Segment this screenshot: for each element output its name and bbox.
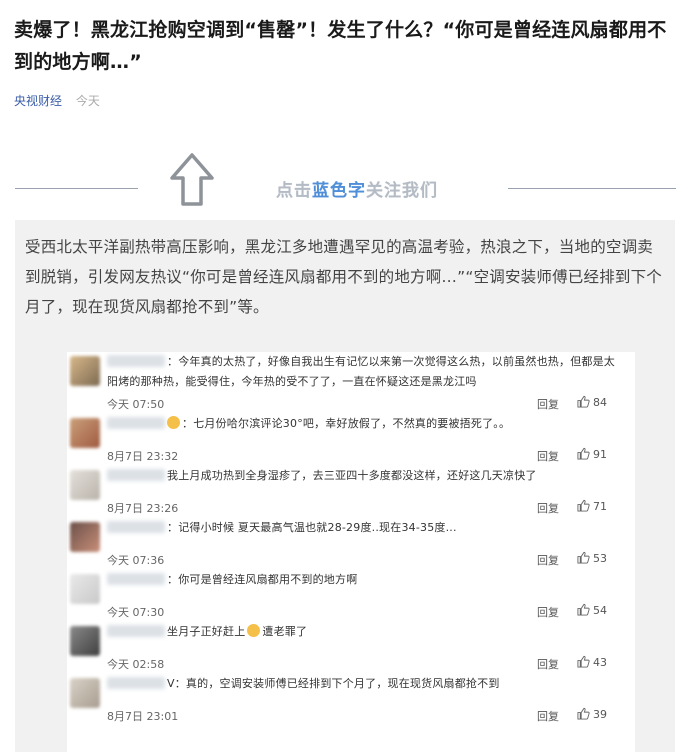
follow-banner[interactable]: 点击蓝色字关注我们 <box>0 150 690 220</box>
comment-item: ：记得小时候 夏天最高气温也就28-29度..现在34-35度... 今天 07… <box>67 518 635 570</box>
comment-text: ：你可是曾经连风扇都用不到的地方啊 <box>167 573 358 586</box>
comment-item: ：七月份哈尔滨评论30°吧，幸好放假了，不然真的要被捂死了。。 8月7日 23:… <box>67 414 635 466</box>
like-count: 39 <box>593 708 607 721</box>
follow-suffix: 关注我们 <box>366 181 438 201</box>
like-count: 91 <box>593 448 607 461</box>
emoji-icon <box>167 416 180 429</box>
comment-item: V：真的，空调安装师傅已经排到下个月了，现在现货风扇都抢不到 8月7日 23:0… <box>67 674 635 726</box>
comment-item: 我上月成功热到全身湿疹了，去三亚四十多度都没这样，还好这几天凉快了 8月7日 2… <box>67 466 635 518</box>
thumbs-up-icon <box>577 603 590 616</box>
reply-button[interactable]: 回复 <box>537 500 559 516</box>
reply-button[interactable]: 回复 <box>537 448 559 464</box>
comment-time: 8月7日 23:01 <box>107 710 179 723</box>
like-button[interactable]: 84 <box>577 395 607 409</box>
crying-emoji-icon <box>247 624 261 637</box>
comment-text: ：今年真的太热了，好像自我出生有记忆以来第一次觉得这么热，以前虽然也热，但都是太… <box>107 355 615 388</box>
thumbs-up-icon <box>577 655 590 668</box>
like-button[interactable]: 54 <box>577 603 607 617</box>
comment-time: 今天 07:30 <box>107 606 165 619</box>
comment-text: 我上月成功热到全身湿疹了，去三亚四十多度都没这样，还好这几天凉快了 <box>167 469 537 482</box>
comment-time: 今天 07:50 <box>107 398 165 411</box>
divider-left <box>15 188 138 189</box>
up-arrow-icon <box>170 153 214 206</box>
thumbs-up-icon <box>577 707 590 720</box>
reply-button[interactable]: 回复 <box>537 656 559 672</box>
comment-item: ：今年真的太热了，好像自我出生有记忆以来第一次觉得这么热，以前虽然也热，但都是太… <box>67 352 635 411</box>
comment-item: 坐月子正好赶上 遭老罪了 今天 02:58 回复 43 <box>67 622 635 674</box>
like-button[interactable]: 91 <box>577 447 607 461</box>
comment-time: 今天 02:58 <box>107 658 165 671</box>
follow-cta[interactable]: 点击蓝色字关注我们 <box>276 176 438 201</box>
like-button[interactable]: 53 <box>577 551 607 565</box>
reply-button[interactable]: 回复 <box>537 396 559 412</box>
follow-highlight: 蓝色字 <box>312 181 366 201</box>
comment-text: V：真的，空调安装师傅已经排到下个月了，现在现货风扇都抢不到 <box>167 677 500 690</box>
like-button[interactable]: 43 <box>577 655 607 669</box>
article-source[interactable]: 央视财经 <box>14 94 62 108</box>
thumbs-up-icon <box>577 499 590 512</box>
reply-button[interactable]: 回复 <box>537 604 559 620</box>
like-count: 43 <box>593 656 607 669</box>
article-headline: 卖爆了！黑龙江抢购空调到“售罄”！发生了什么？“你可是曾经连风扇都用不到的地方啊… <box>14 19 667 73</box>
like-button[interactable]: 39 <box>577 707 607 721</box>
comment-time: 8月7日 23:32 <box>107 450 179 463</box>
comment-text: ：七月份哈尔滨评论30°吧，幸好放假了，不然真的要被捂死了。。 <box>107 414 615 434</box>
article-meta: 央视财经 今天 <box>14 92 100 109</box>
avatar <box>70 626 100 656</box>
like-count: 53 <box>593 552 607 565</box>
comment-time: 8月7日 23:26 <box>107 502 179 515</box>
like-button[interactable]: 71 <box>577 499 607 513</box>
thumbs-up-icon <box>577 447 590 460</box>
intro-paragraph: 受西北太平洋副热带高压影响，黑龙江多地遭遇罕见的高温考验，热浪之下，当地的空调卖… <box>25 238 662 316</box>
avatar <box>70 470 100 500</box>
thumbs-up-icon <box>577 395 590 408</box>
comment-time: 今天 07:36 <box>107 554 165 567</box>
avatar <box>70 678 100 708</box>
comment-screenshot: ：今年真的太热了，好像自我出生有记忆以来第一次觉得这么热，以前虽然也热，但都是太… <box>67 352 635 752</box>
divider-right <box>508 188 676 189</box>
like-count: 54 <box>593 604 607 617</box>
comment-text: ：记得小时候 夏天最高气温也就28-29度..现在34-35度... <box>167 521 457 534</box>
thumbs-up-icon <box>577 551 590 564</box>
avatar <box>70 522 100 552</box>
avatar <box>70 418 100 448</box>
comment-text: 坐月子正好赶上 遭老罪了 <box>167 624 308 638</box>
comment-item: ：你可是曾经连风扇都用不到的地方啊 今天 07:30 回复 54 <box>67 570 635 622</box>
like-count: 71 <box>593 500 607 513</box>
reply-button[interactable]: 回复 <box>537 552 559 568</box>
avatar <box>70 574 100 604</box>
like-count: 84 <box>593 396 607 409</box>
follow-prefix: 点击 <box>276 181 312 201</box>
reply-button[interactable]: 回复 <box>537 708 559 724</box>
article-time: 今天 <box>75 94 100 108</box>
avatar <box>70 356 100 386</box>
quote-panel: 受西北太平洋副热带高压影响，黑龙江多地遭遇罕见的高温考验，热浪之下，当地的空调卖… <box>15 220 675 752</box>
